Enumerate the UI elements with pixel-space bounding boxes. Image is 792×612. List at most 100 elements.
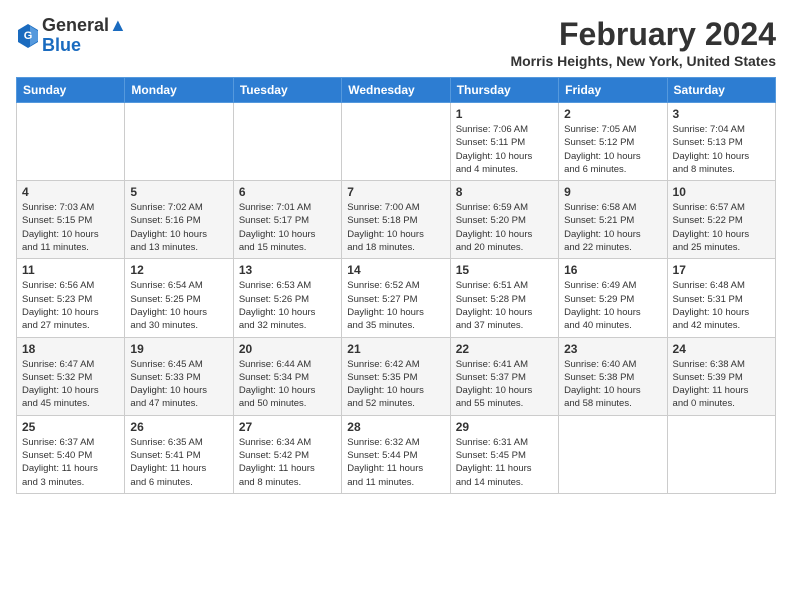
- calendar-cell: 6 Sunrise: 7:01 AMSunset: 5:17 PMDaylight…: [233, 181, 341, 259]
- calendar-cell: 8 Sunrise: 6:59 AMSunset: 5:20 PMDaylight…: [450, 181, 558, 259]
- day-number: 12: [130, 263, 227, 277]
- day-number: 8: [456, 185, 553, 199]
- day-number: 23: [564, 342, 661, 356]
- day-info: Sunrise: 6:59 AMSunset: 5:20 PMDaylight:…: [456, 201, 553, 254]
- calendar-cell: [17, 103, 125, 181]
- day-number: 21: [347, 342, 444, 356]
- day-number: 17: [673, 263, 770, 277]
- calendar-cell: 13 Sunrise: 6:53 AMSunset: 5:26 PMDayligh…: [233, 259, 341, 337]
- day-header-friday: Friday: [559, 78, 667, 103]
- calendar-cell: 18 Sunrise: 6:47 AMSunset: 5:32 PMDayligh…: [17, 337, 125, 415]
- day-number: 18: [22, 342, 119, 356]
- calendar-table: SundayMondayTuesdayWednesdayThursdayFrid…: [16, 77, 776, 494]
- day-info: Sunrise: 6:48 AMSunset: 5:31 PMDaylight:…: [673, 279, 770, 332]
- day-header-thursday: Thursday: [450, 78, 558, 103]
- day-info: Sunrise: 7:01 AMSunset: 5:17 PMDaylight:…: [239, 201, 336, 254]
- page-header: G General▲ Blue February 2024 Morris Hei…: [16, 16, 776, 69]
- day-info: Sunrise: 7:04 AMSunset: 5:13 PMDaylight:…: [673, 123, 770, 176]
- calendar-cell: 26Sunrise: 6:35 AMSunset: 5:41 PMDayligh…: [125, 415, 233, 493]
- day-number: 2: [564, 107, 661, 121]
- day-info: Sunrise: 6:44 AMSunset: 5:34 PMDaylight:…: [239, 358, 336, 411]
- day-number: 1: [456, 107, 553, 121]
- calendar-cell: 27 Sunrise: 6:34 AMSunset: 5:42 PMDayligh…: [233, 415, 341, 493]
- calendar-cell: 21 Sunrise: 6:42 AMSunset: 5:35 PMDayligh…: [342, 337, 450, 415]
- calendar-cell: 2 Sunrise: 7:05 AMSunset: 5:12 PMDaylight…: [559, 103, 667, 181]
- calendar-cell: 1 Sunrise: 7:06 AMSunset: 5:11 PMDaylight…: [450, 103, 558, 181]
- logo-icon: G: [16, 22, 40, 50]
- day-header-tuesday: Tuesday: [233, 78, 341, 103]
- day-info: Sunrise: 7:00 AMSunset: 5:18 PMDaylight:…: [347, 201, 444, 254]
- calendar-cell: 19 Sunrise: 6:45 AMSunset: 5:33 PMDayligh…: [125, 337, 233, 415]
- calendar-cell: 28Sunrise: 6:32 AMSunset: 5:44 PMDayligh…: [342, 415, 450, 493]
- calendar-cell: 10Sunrise: 6:57 AMSunset: 5:22 PMDayligh…: [667, 181, 775, 259]
- day-info: Sunrise: 6:37 AMSunset: 5:40 PMDaylight:…: [22, 436, 119, 489]
- logo-general: General: [42, 15, 109, 35]
- svg-text:G: G: [24, 30, 33, 42]
- day-number: 29: [456, 420, 553, 434]
- calendar-cell: 24 Sunrise: 6:38 AMSunset: 5:39 PMDayligh…: [667, 337, 775, 415]
- day-info: Sunrise: 6:51 AMSunset: 5:28 PMDaylight:…: [456, 279, 553, 332]
- day-info: Sunrise: 6:34 AMSunset: 5:42 PMDaylight:…: [239, 436, 336, 489]
- day-info: Sunrise: 6:42 AMSunset: 5:35 PMDaylight:…: [347, 358, 444, 411]
- day-number: 27: [239, 420, 336, 434]
- calendar-cell: 11 Sunrise: 6:56 AMSunset: 5:23 PMDayligh…: [17, 259, 125, 337]
- day-number: 24: [673, 342, 770, 356]
- day-info: Sunrise: 6:53 AMSunset: 5:26 PMDaylight:…: [239, 279, 336, 332]
- day-info: Sunrise: 7:02 AMSunset: 5:16 PMDaylight:…: [130, 201, 227, 254]
- day-info: Sunrise: 6:40 AMSunset: 5:38 PMDaylight:…: [564, 358, 661, 411]
- calendar-cell: 9Sunrise: 6:58 AMSunset: 5:21 PMDaylight…: [559, 181, 667, 259]
- day-info: Sunrise: 7:05 AMSunset: 5:12 PMDaylight:…: [564, 123, 661, 176]
- day-number: 22: [456, 342, 553, 356]
- day-number: 7: [347, 185, 444, 199]
- day-number: 3: [673, 107, 770, 121]
- main-title: February 2024: [510, 16, 776, 53]
- calendar-cell: 3 Sunrise: 7:04 AMSunset: 5:13 PMDaylight…: [667, 103, 775, 181]
- day-number: 6: [239, 185, 336, 199]
- title-area: February 2024 Morris Heights, New York, …: [510, 16, 776, 69]
- day-number: 19: [130, 342, 227, 356]
- day-header-monday: Monday: [125, 78, 233, 103]
- calendar-cell: 14Sunrise: 6:52 AMSunset: 5:27 PMDayligh…: [342, 259, 450, 337]
- day-header-wednesday: Wednesday: [342, 78, 450, 103]
- calendar-cell: [125, 103, 233, 181]
- logo: G General▲ Blue: [16, 16, 127, 56]
- calendar-header: SundayMondayTuesdayWednesdayThursdayFrid…: [17, 78, 776, 103]
- day-info: Sunrise: 6:56 AMSunset: 5:23 PMDaylight:…: [22, 279, 119, 332]
- day-info: Sunrise: 6:45 AMSunset: 5:33 PMDaylight:…: [130, 358, 227, 411]
- day-number: 15: [456, 263, 553, 277]
- calendar-cell: 16 Sunrise: 6:49 AMSunset: 5:29 PMDayligh…: [559, 259, 667, 337]
- day-number: 13: [239, 263, 336, 277]
- day-info: Sunrise: 6:38 AMSunset: 5:39 PMDaylight:…: [673, 358, 770, 411]
- day-header-sunday: Sunday: [17, 78, 125, 103]
- day-info: Sunrise: 7:03 AMSunset: 5:15 PMDaylight:…: [22, 201, 119, 254]
- calendar-cell: 5 Sunrise: 7:02 AMSunset: 5:16 PMDaylight…: [125, 181, 233, 259]
- day-number: 25: [22, 420, 119, 434]
- day-info: Sunrise: 6:58 AMSunset: 5:21 PMDaylight:…: [564, 201, 661, 254]
- calendar-cell: 29 Sunrise: 6:31 AMSunset: 5:45 PMDayligh…: [450, 415, 558, 493]
- logo-blue: Blue: [42, 35, 81, 55]
- day-info: Sunrise: 6:54 AMSunset: 5:25 PMDaylight:…: [130, 279, 227, 332]
- calendar-cell: 4 Sunrise: 7:03 AMSunset: 5:15 PMDaylight…: [17, 181, 125, 259]
- day-header-saturday: Saturday: [667, 78, 775, 103]
- day-number: 14: [347, 263, 444, 277]
- day-info: Sunrise: 6:49 AMSunset: 5:29 PMDaylight:…: [564, 279, 661, 332]
- day-number: 16: [564, 263, 661, 277]
- day-info: Sunrise: 6:31 AMSunset: 5:45 PMDaylight:…: [456, 436, 553, 489]
- day-info: Sunrise: 6:35 AMSunset: 5:41 PMDaylight:…: [130, 436, 227, 489]
- calendar-cell: 20Sunrise: 6:44 AMSunset: 5:34 PMDayligh…: [233, 337, 341, 415]
- day-number: 11: [22, 263, 119, 277]
- calendar-cell: [342, 103, 450, 181]
- subtitle: Morris Heights, New York, United States: [510, 53, 776, 69]
- calendar-cell: [559, 415, 667, 493]
- day-number: 28: [347, 420, 444, 434]
- calendar-cell: 25 Sunrise: 6:37 AMSunset: 5:40 PMDayligh…: [17, 415, 125, 493]
- calendar-cell: 22Sunrise: 6:41 AMSunset: 5:37 PMDayligh…: [450, 337, 558, 415]
- day-number: 4: [22, 185, 119, 199]
- day-info: Sunrise: 6:47 AMSunset: 5:32 PMDaylight:…: [22, 358, 119, 411]
- day-info: Sunrise: 6:57 AMSunset: 5:22 PMDaylight:…: [673, 201, 770, 254]
- day-number: 5: [130, 185, 227, 199]
- calendar-cell: [233, 103, 341, 181]
- calendar-cell: 23 Sunrise: 6:40 AMSunset: 5:38 PMDayligh…: [559, 337, 667, 415]
- calendar-cell: 12 Sunrise: 6:54 AMSunset: 5:25 PMDayligh…: [125, 259, 233, 337]
- day-info: Sunrise: 7:06 AMSunset: 5:11 PMDaylight:…: [456, 123, 553, 176]
